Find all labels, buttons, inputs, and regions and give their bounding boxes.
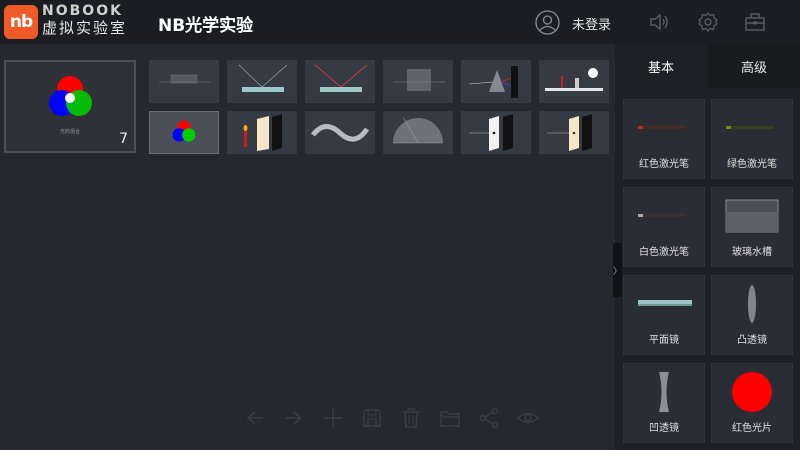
equipment-label: 平面镜 [649,335,679,346]
app-title: NB光学实验 [158,16,254,36]
add-icon[interactable] [322,407,344,429]
current-experiment-thumbnail[interactable]: 光的混合 7 [4,60,136,153]
equipment-label: 玻璃水槽 [732,247,772,258]
experiment-plane-mirror-reflection[interactable] [227,60,297,103]
equipment-red-filter[interactable]: 红色光片 [711,363,793,443]
undo-icon[interactable] [244,407,266,429]
color-mixing-diagram [49,76,92,116]
tab-advanced[interactable]: 高级 [708,44,800,88]
equipment-convex-lens[interactable]: 凸透镜 [711,275,793,355]
eye-icon[interactable] [517,407,539,429]
glass-water-tank-icon [725,199,779,233]
equipment-concave-lens[interactable]: 凹透镜 [623,363,705,443]
user-icon[interactable] [535,10,560,35]
nobook-logo: nb [4,5,38,39]
brand-block: NOBOOK 虚拟实验室 [42,4,127,36]
equipment-green-laser-pen[interactable]: 绿色激光笔 [711,99,793,179]
experiment-optical-fiber[interactable] [305,111,375,154]
experiment-color-mixing[interactable] [149,111,219,154]
equipment-plane-mirror[interactable]: 平面镜 [623,275,705,355]
equipment-glass-water-tank[interactable]: 玻璃水槽 [711,187,793,267]
equipment-label: 凹透镜 [649,423,679,434]
experiment-laser-reflection[interactable] [305,60,375,103]
save-icon[interactable] [361,407,383,429]
equipment-label: 凸透镜 [737,335,767,346]
experiment-candle-screen[interactable] [227,111,297,154]
convex-lens-icon [748,285,756,323]
speaker-icon[interactable] [648,11,670,33]
toolbox-icon[interactable] [744,11,766,33]
delete-icon[interactable] [400,407,422,429]
experiment-lens-imaging[interactable] [539,111,609,154]
white-laser-pen-icon [638,214,692,217]
experiment-prism-dispersion[interactable] [461,60,531,103]
experiment-pinhole-imaging[interactable] [461,111,531,154]
redo-icon[interactable] [283,407,305,429]
plane-mirror-icon [638,300,692,306]
equipment-label: 绿色激光笔 [727,159,777,170]
top-bar: nb NOBOOK 虚拟实验室 NB光学实验 未登录 [0,0,800,44]
login-status[interactable]: 未登录 [572,14,611,33]
equipment-label: 红色激光笔 [639,159,689,170]
brand-name-en: NOBOOK [42,3,123,19]
chevron-right-icon: 〉 [613,266,623,277]
gear-icon[interactable] [697,11,719,33]
brand-name-cn: 虚拟实验室 [42,19,128,37]
thumbnail-caption: 光的混合 [59,129,80,135]
equipment-red-laser-pen[interactable]: 红色激光笔 [623,99,705,179]
share-icon[interactable] [478,407,500,429]
concave-lens-icon [659,372,669,412]
experiment-water-tank[interactable] [383,60,453,103]
red-laser-pen-icon [638,126,692,129]
equipment-label: 白色激光笔 [639,247,689,258]
equipment-white-laser-pen[interactable]: 白色激光笔 [623,187,705,267]
experiment-semicircle-glass[interactable] [383,111,453,154]
experiment-count: 7 [119,131,128,147]
red-filter-icon [732,372,772,412]
tab-basic[interactable]: 基本 [615,44,707,88]
equipment-sidebar: 基本 高级 红色激光笔 绿色激光笔 白色激光笔 玻璃水槽 平面镜 凸透镜 凹透镜… [615,44,800,450]
experiment-laser-box[interactable] [149,60,219,103]
sidebar-collapse-handle[interactable]: 〉 [613,243,622,297]
equipment-label: 红色光片 [732,423,772,434]
green-laser-pen-icon [726,126,780,129]
experiment-optical-bench[interactable] [539,60,609,103]
folder-icon[interactable] [439,407,461,429]
